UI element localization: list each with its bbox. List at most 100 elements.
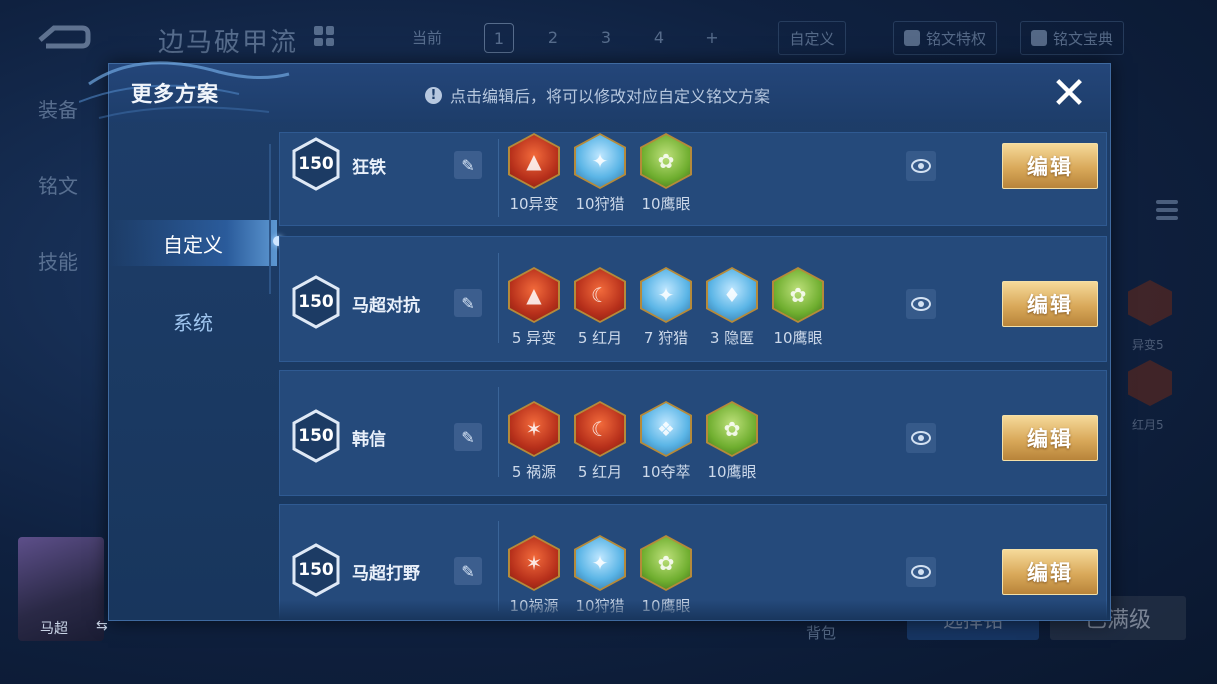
level-badge: 150	[292, 137, 340, 191]
tab-custom-label: 自定义	[163, 232, 223, 257]
level-value: 150	[298, 292, 334, 312]
rune-frame: ☾	[574, 267, 626, 323]
rune-item[interactable]: ✶ 5 祸源	[508, 401, 560, 482]
rune-label: 10异变	[509, 195, 559, 213]
privilege-button[interactable]: 铭文特权	[893, 21, 998, 55]
rune-frame: ✦	[640, 267, 692, 323]
modal-header: 更多方案 ! 点击编辑后，将可以修改对应自定义铭文方案 ✕	[79, 61, 1110, 122]
tab-custom[interactable]: 自定义	[109, 220, 283, 266]
tab-system[interactable]: 系统	[109, 298, 277, 344]
close-button[interactable]: ✕	[1047, 72, 1091, 116]
list-fade	[279, 600, 1107, 620]
edit-button[interactable]: 编辑	[1002, 143, 1098, 189]
rune-label: 红月5	[1132, 418, 1164, 432]
rune-item[interactable]: ✿ 10鹰眼	[640, 133, 692, 214]
rune-item[interactable]: ☾ 5 红月	[574, 267, 626, 348]
rune-icon: ✿	[642, 135, 690, 187]
rename-pen-icon[interactable]: ✎	[454, 151, 482, 179]
rune-item[interactable]: ☾ 5 红月	[574, 401, 626, 482]
back-arrow-icon[interactable]	[34, 20, 92, 54]
rune-item[interactable]: ▲ 10异变	[508, 133, 560, 214]
rune-item[interactable]: ▲ 5 异变	[508, 267, 560, 348]
hint-message: 点击编辑后，将可以修改对应自定义铭文方案	[450, 87, 771, 106]
row-separator	[498, 387, 499, 477]
page-tab-3[interactable]: 3	[592, 23, 620, 51]
rune-list: ✶ 5 祸源 ☾ 5 红月 ❖ 10夺萃 ✿ 10鹰眼	[508, 401, 758, 482]
row-separator	[498, 521, 499, 611]
rune-item[interactable]: ❖ 10夺萃	[640, 401, 692, 482]
level-badge: 150	[292, 409, 340, 463]
rune-item[interactable]: ✿ 10鹰眼	[772, 267, 824, 348]
preview-eye-icon[interactable]	[906, 289, 936, 319]
rune-icon	[1128, 360, 1172, 406]
row-separator	[498, 139, 499, 217]
rune-frame: ✶	[508, 535, 560, 591]
rune-item[interactable]: ♦ 3 隐匿	[706, 267, 758, 348]
rune-icon	[1128, 280, 1172, 326]
rune-item[interactable]: ✿ 10鹰眼	[706, 401, 758, 482]
grid-icon[interactable]	[314, 26, 334, 46]
preview-eye-icon[interactable]	[906, 557, 936, 587]
menu-icon[interactable]	[1156, 200, 1178, 220]
preview-eye-icon[interactable]	[906, 423, 936, 453]
rename-pen-icon[interactable]: ✎	[454, 557, 482, 585]
rune-frame: ✿	[640, 133, 692, 189]
rune-icon: ✦	[576, 135, 624, 187]
rune-icon: ✿	[708, 403, 756, 455]
rune-item[interactable]: ✦ 7 狩猎	[640, 267, 692, 348]
rune-icon: ✿	[642, 537, 690, 589]
rune-icon: ☾	[576, 403, 624, 455]
bag-label[interactable]: 背包	[806, 622, 836, 643]
rune-frame: ✿	[772, 267, 824, 323]
rune-label: 3 隐匿	[709, 329, 755, 347]
rune-label: 7 狩猎	[643, 329, 689, 347]
left-menu-skills[interactable]: 技能	[38, 246, 78, 275]
edit-button[interactable]: 编辑	[1002, 281, 1098, 327]
rune-label: 10鹰眼	[641, 195, 691, 213]
plan-name: 马超打野	[352, 564, 420, 584]
plan-name: 狂铁	[352, 158, 386, 178]
left-menu-equipment[interactable]: 装备	[38, 94, 78, 123]
rune-frame: ✶	[508, 401, 560, 457]
page-tab-1[interactable]: 1	[484, 23, 514, 53]
level-value: 150	[298, 560, 334, 580]
rune-label: 10鹰眼	[773, 329, 823, 347]
rename-pen-icon[interactable]: ✎	[454, 423, 482, 451]
custom-button[interactable]: 自定义	[778, 21, 846, 55]
plan-row: 150 狂铁 ✎ ▲ 10异变 ✦ 10狩猎 ✿ 10鹰眼 编辑	[279, 132, 1107, 226]
plan-name: 马超对抗	[352, 296, 420, 316]
level-value: 150	[298, 154, 334, 174]
swap-icon[interactable]: ⇆	[96, 618, 108, 634]
page-tab-2[interactable]: 2	[539, 23, 567, 51]
rune-label: 5 红月	[577, 463, 623, 481]
rune-frame: ▲	[508, 267, 560, 323]
rune-label: 5 红月	[577, 329, 623, 347]
left-menu-runes[interactable]: 铭文	[38, 170, 78, 199]
current-label: 当前	[412, 29, 443, 47]
rune-icon: ❖	[642, 403, 690, 455]
rune-icon: ✶	[510, 537, 558, 589]
guide-button[interactable]: 铭文宝典	[1020, 21, 1125, 55]
edit-button[interactable]: 编辑	[1002, 549, 1098, 595]
rename-pen-icon[interactable]: ✎	[454, 289, 482, 317]
rune-frame: ✿	[706, 401, 758, 457]
rune-item[interactable]: ✦ 10狩猎	[574, 133, 626, 214]
plan-list[interactable]: 150 狂铁 ✎ ▲ 10异变 ✦ 10狩猎 ✿ 10鹰眼 编辑 150 马超对抗 ✎ ▲ 5 异变 ☾ 5 红…	[279, 132, 1107, 620]
edit-button[interactable]: 编辑	[1002, 415, 1098, 461]
rune-icon: ▲	[510, 269, 558, 321]
rune-frame: ✦	[574, 133, 626, 189]
rune-frame: ❖	[640, 401, 692, 457]
add-page-button[interactable]: +	[698, 23, 726, 51]
hint-text: ! 点击编辑后，将可以修改对应自定义铭文方案	[425, 83, 770, 107]
rune-list: ▲ 10异变 ✦ 10狩猎 ✿ 10鹰眼	[508, 133, 692, 214]
rune-icon: ✦	[642, 269, 690, 321]
tab-system-label: 系统	[173, 310, 213, 335]
rune-label: 5 祸源	[511, 463, 557, 481]
preview-eye-icon[interactable]	[906, 151, 936, 181]
rune-label: 10夺萃	[641, 463, 691, 481]
book-icon	[1031, 30, 1047, 46]
rune-frame: ✦	[574, 535, 626, 591]
plan-row: 150 马超对抗 ✎ ▲ 5 异变 ☾ 5 红月 ✦ 7 狩猎 ♦ 3 隐匿 ✿ 10鹰眼 编辑	[279, 236, 1107, 362]
page-tab-4[interactable]: 4	[645, 23, 673, 51]
rune-icon: ✶	[510, 403, 558, 455]
